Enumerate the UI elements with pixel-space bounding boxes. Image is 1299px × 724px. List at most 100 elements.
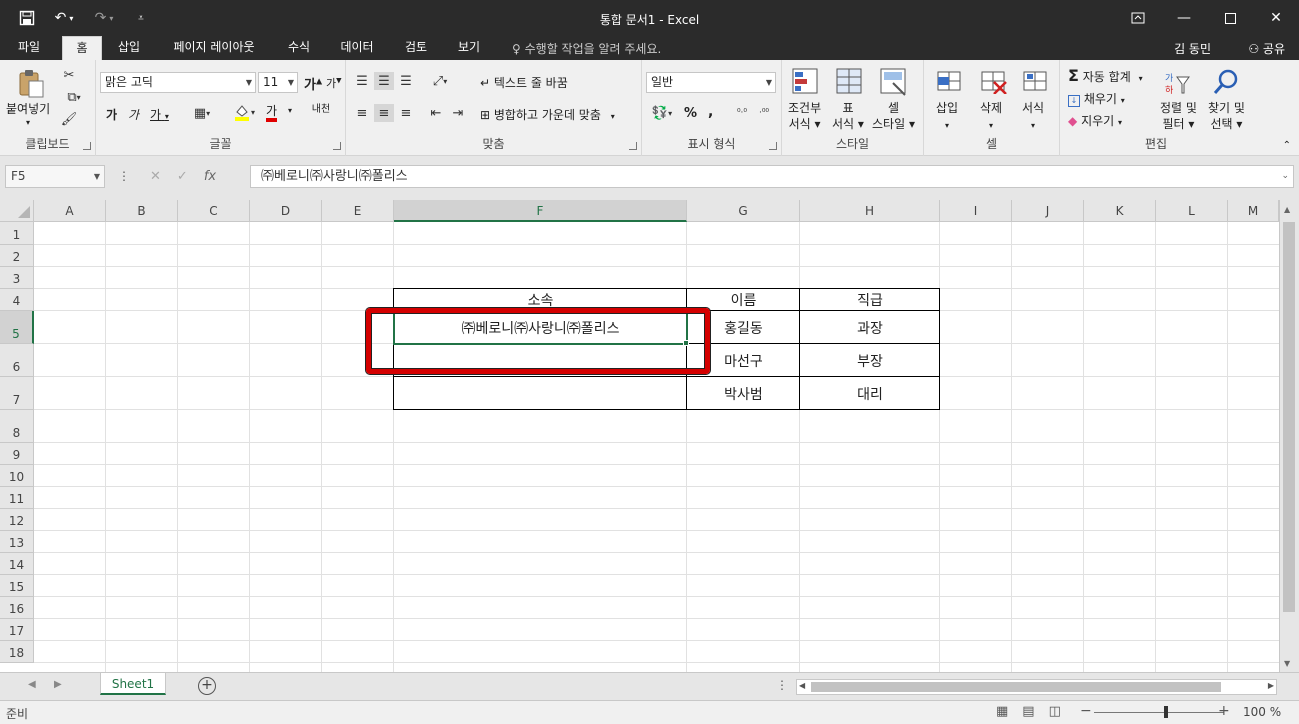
tab-file[interactable]: 파일 bbox=[6, 36, 52, 60]
format-cells-icon[interactable] bbox=[1020, 66, 1052, 96]
add-sheet-icon[interactable]: + bbox=[198, 677, 216, 695]
percent-button[interactable]: % bbox=[684, 106, 697, 121]
row-header-15[interactable]: 15 bbox=[0, 575, 34, 597]
wrap-text-button[interactable]: ↵ 텍스트 줄 바꿈 bbox=[480, 74, 568, 91]
row-header-1[interactable]: 1 bbox=[0, 222, 34, 245]
formula-input[interactable]: ㈜베로니㈜사랑니㈜폴리스 ⌄ bbox=[250, 165, 1294, 188]
sort-filter-button[interactable]: 정렬 및 필터 ▾ bbox=[1160, 100, 1197, 132]
scroll-right-icon[interactable]: ▶ bbox=[1268, 681, 1274, 690]
cell-styles-icon[interactable] bbox=[878, 66, 910, 98]
row-header-13[interactable]: 13 bbox=[0, 531, 34, 553]
column-header-k[interactable]: K bbox=[1084, 200, 1156, 222]
tab-formulas[interactable]: 수식 bbox=[280, 36, 318, 60]
row-header-5[interactable]: 5 bbox=[0, 311, 34, 344]
formula-bar-options-icon[interactable]: ⋮ bbox=[118, 169, 130, 183]
select-all-button[interactable] bbox=[0, 200, 34, 222]
tab-data[interactable]: 데이터 bbox=[332, 36, 382, 60]
sort-filter-icon[interactable]: 가하 bbox=[1162, 68, 1192, 98]
align-right-icon[interactable]: ≡ bbox=[396, 104, 416, 122]
align-bottom-icon[interactable]: ☰ bbox=[396, 72, 416, 90]
table-cell[interactable]: 부장 bbox=[800, 344, 940, 377]
close-icon[interactable]: ✕ bbox=[1253, 0, 1299, 36]
column-header-h[interactable]: H bbox=[800, 200, 940, 222]
column-header-e[interactable]: E bbox=[322, 200, 394, 222]
row-header-10[interactable]: 10 bbox=[0, 465, 34, 487]
column-header-l[interactable]: L bbox=[1156, 200, 1228, 222]
page-break-view-icon[interactable]: ◫ bbox=[1049, 704, 1061, 719]
ribbon-display-options-icon[interactable] bbox=[1115, 0, 1161, 36]
row-header-9[interactable]: 9 bbox=[0, 443, 34, 465]
zoom-level[interactable]: 100 % bbox=[1243, 705, 1281, 719]
font-color-button[interactable]: 가 bbox=[266, 104, 278, 122]
column-header-f[interactable]: F bbox=[394, 200, 687, 222]
row-header-12[interactable]: 12 bbox=[0, 509, 34, 531]
column-header-a[interactable]: A bbox=[34, 200, 106, 222]
table-cell[interactable]: 과장 bbox=[800, 311, 940, 344]
clipboard-launcher-icon[interactable] bbox=[83, 142, 91, 150]
increase-font-size-button[interactable]: 가▲ bbox=[304, 74, 322, 93]
zoom-in-button[interactable]: + bbox=[1218, 703, 1230, 719]
tab-split-handle-icon[interactable]: ⋮ bbox=[776, 678, 788, 692]
number-format-combo[interactable]: 일반 ▼ bbox=[646, 72, 776, 93]
column-header-j[interactable]: J bbox=[1012, 200, 1084, 222]
sheet-tab-sheet1[interactable]: Sheet1 bbox=[100, 673, 166, 695]
row-header-8[interactable]: 8 bbox=[0, 410, 34, 443]
row-header-16[interactable]: 16 bbox=[0, 597, 34, 619]
bold-button[interactable]: 가 bbox=[106, 106, 117, 123]
vertical-scrollbar[interactable]: ▲ ▼ bbox=[1279, 200, 1299, 672]
orientation-icon[interactable]: ⤢ ▾ bbox=[426, 72, 454, 90]
row-header-4[interactable]: 4 bbox=[0, 289, 34, 311]
worksheet-grid[interactable]: ABCDEFGHIJKLM 1 2 3 4 5 6 7 8 9 10 11 12 13 14 15 16 17 1… bbox=[0, 200, 1299, 672]
tab-review[interactable]: 검토 bbox=[398, 36, 434, 60]
phonetic-button[interactable]: 내천 bbox=[308, 104, 334, 115]
decrease-decimal-icon[interactable]: ·⁰⁰ bbox=[754, 104, 774, 122]
increase-indent-icon[interactable]: ⇥ bbox=[448, 104, 468, 122]
accounting-format-icon[interactable]: 💱 ▾ bbox=[648, 104, 676, 122]
tab-home[interactable]: 홈 bbox=[62, 36, 102, 60]
vertical-scroll-thumb[interactable] bbox=[1283, 222, 1295, 612]
font-launcher-icon[interactable] bbox=[333, 142, 341, 150]
table-cell[interactable]: 박사범 bbox=[687, 377, 800, 410]
row-header-18[interactable]: 18 bbox=[0, 641, 34, 663]
sheet-nav-next-icon[interactable]: ▶ bbox=[54, 679, 62, 690]
increase-decimal-icon[interactable]: ⁰·⁰ bbox=[732, 104, 752, 122]
sheet-nav-prev-icon[interactable]: ◀ bbox=[28, 679, 36, 690]
column-header-i[interactable]: I bbox=[940, 200, 1012, 222]
maximize-icon[interactable] bbox=[1207, 0, 1253, 36]
alignment-launcher-icon[interactable] bbox=[629, 142, 637, 150]
conditional-formatting-icon[interactable] bbox=[790, 66, 822, 98]
collapse-ribbon-icon[interactable]: ⌃ bbox=[1283, 140, 1291, 151]
row-header-17[interactable]: 17 bbox=[0, 619, 34, 641]
font-size-combo[interactable]: 11 ▼ bbox=[258, 72, 298, 93]
row-header-11[interactable]: 11 bbox=[0, 487, 34, 509]
format-cells-button[interactable]: 서식 ▾ bbox=[1022, 100, 1044, 134]
fill-color-icon[interactable]: ▾ bbox=[230, 102, 258, 122]
row-header-2[interactable]: 2 bbox=[0, 245, 34, 267]
scroll-left-icon[interactable]: ◀ bbox=[799, 681, 805, 690]
scroll-down-icon[interactable]: ▼ bbox=[1284, 659, 1290, 668]
merge-center-button[interactable]: ⊞ 병합하고 가운데 맞춤 ▾ bbox=[480, 106, 615, 123]
column-header-g[interactable]: G bbox=[687, 200, 800, 222]
horizontal-scroll-thumb[interactable] bbox=[811, 682, 1221, 692]
clear-button[interactable]: ◆ 지우기 ▾ bbox=[1068, 112, 1122, 129]
autosum-button[interactable]: Σ 자동 합계 ▾ bbox=[1068, 66, 1143, 85]
paste-dropdown-icon[interactable]: ▾ bbox=[26, 118, 30, 127]
enter-icon[interactable]: ✓ bbox=[177, 169, 188, 184]
underline-button[interactable]: 가 ▾ bbox=[150, 106, 169, 123]
tab-page-layout[interactable]: 페이지 레이아웃 bbox=[160, 36, 268, 60]
user-name[interactable]: 김 동민 bbox=[1174, 40, 1211, 57]
horizontal-scrollbar[interactable]: ◀ ▶ bbox=[796, 679, 1277, 695]
italic-button[interactable]: 가 bbox=[128, 106, 139, 123]
fill-button[interactable]: ↓ 채우기 ▾ bbox=[1068, 90, 1125, 107]
column-header-d[interactable]: D bbox=[250, 200, 322, 222]
copy-icon[interactable]: ⧉ ▾ bbox=[60, 88, 88, 106]
row-header-3[interactable]: 3 bbox=[0, 267, 34, 289]
column-header-b[interactable]: B bbox=[106, 200, 178, 222]
row-header-14[interactable]: 14 bbox=[0, 553, 34, 575]
tab-view[interactable]: 보기 bbox=[450, 36, 488, 60]
find-select-icon[interactable] bbox=[1210, 66, 1242, 98]
conditional-formatting-button[interactable]: 조건부 서식 ▾ bbox=[788, 100, 821, 132]
find-select-button[interactable]: 찾기 및 선택 ▾ bbox=[1208, 100, 1245, 132]
insert-cells-icon[interactable] bbox=[934, 66, 966, 96]
table-cell[interactable] bbox=[394, 377, 687, 410]
